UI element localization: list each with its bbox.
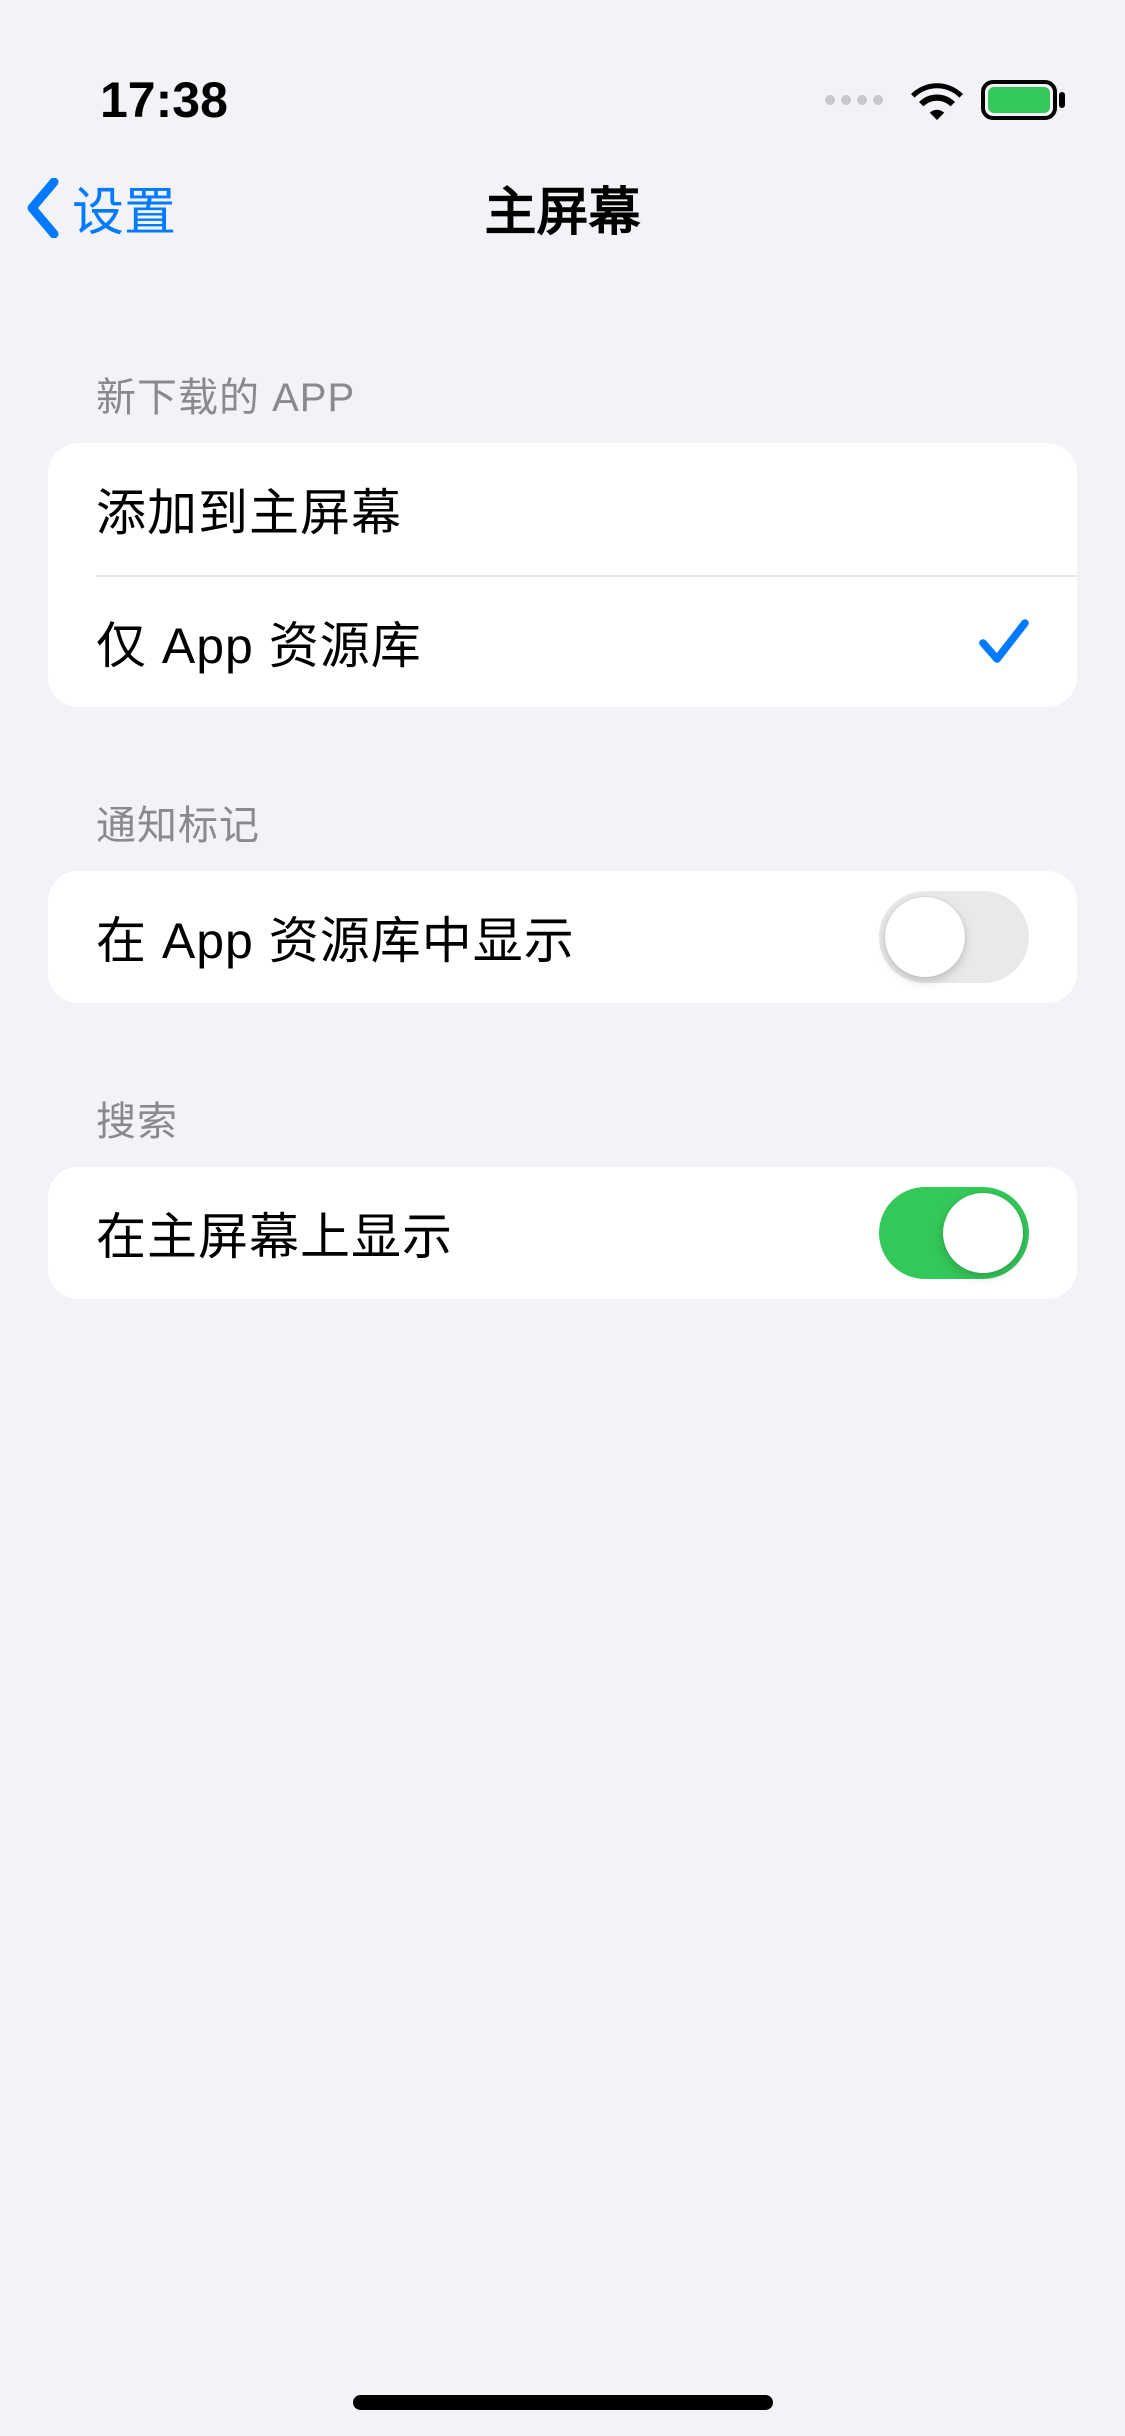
back-label: 设置 xyxy=(72,170,176,245)
toggle-show-on-home[interactable] xyxy=(879,1187,1029,1279)
group-badges: 在 App 资源库中显示 xyxy=(48,871,1077,1003)
content: 新下载的 APP 添加到主屏幕 仅 App 资源库 通知标记 在 App 资源库… xyxy=(0,275,1125,1299)
chevron-left-icon xyxy=(24,178,64,238)
toggle-show-in-library[interactable] xyxy=(879,891,1029,983)
nav-bar: 设置 主屏幕 xyxy=(0,140,1125,275)
page-title: 主屏幕 xyxy=(484,170,640,245)
option-add-to-home[interactable]: 添加到主屏幕 xyxy=(48,443,1077,575)
row-label: 在 App 资源库中显示 xyxy=(96,901,575,973)
checkmark-icon xyxy=(979,619,1029,665)
row-label: 在主屏幕上显示 xyxy=(96,1197,453,1269)
option-app-library-only[interactable]: 仅 App 资源库 xyxy=(96,575,1077,707)
row-show-in-library: 在 App 资源库中显示 xyxy=(48,871,1077,1003)
section-header-new-apps: 新下载的 APP xyxy=(48,365,1077,443)
row-label: 仅 App 资源库 xyxy=(96,606,422,678)
section-badges: 通知标记 在 App 资源库中显示 xyxy=(48,793,1077,1003)
group-search: 在主屏幕上显示 xyxy=(48,1167,1077,1299)
status-time: 17:38 xyxy=(100,71,228,129)
status-indicators xyxy=(825,80,1065,120)
section-search: 搜索 在主屏幕上显示 xyxy=(48,1089,1077,1299)
home-indicator[interactable] xyxy=(353,2395,773,2410)
wifi-icon xyxy=(911,80,963,120)
section-header-badges: 通知标记 xyxy=(48,793,1077,871)
section-new-apps: 新下载的 APP 添加到主屏幕 仅 App 资源库 xyxy=(48,365,1077,707)
section-header-search: 搜索 xyxy=(48,1089,1077,1167)
cellular-dots-icon xyxy=(825,95,883,105)
group-new-apps: 添加到主屏幕 仅 App 资源库 xyxy=(48,443,1077,707)
row-show-on-home: 在主屏幕上显示 xyxy=(48,1167,1077,1299)
row-label: 添加到主屏幕 xyxy=(96,473,402,545)
back-button[interactable]: 设置 xyxy=(24,170,176,245)
battery-icon xyxy=(981,80,1065,120)
status-bar: 17:38 xyxy=(0,0,1125,140)
